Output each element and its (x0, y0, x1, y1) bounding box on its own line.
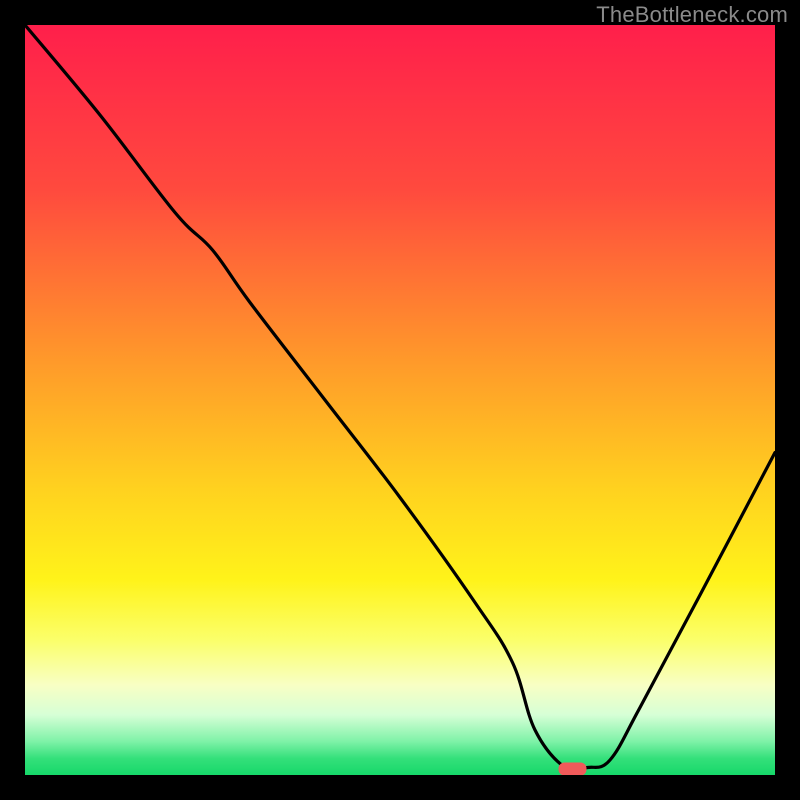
plot-area (25, 25, 775, 775)
marker-pill (559, 763, 587, 776)
chart-frame: TheBottleneck.com (0, 0, 800, 800)
watermark-text: TheBottleneck.com (596, 2, 788, 28)
chart-svg (25, 25, 775, 775)
